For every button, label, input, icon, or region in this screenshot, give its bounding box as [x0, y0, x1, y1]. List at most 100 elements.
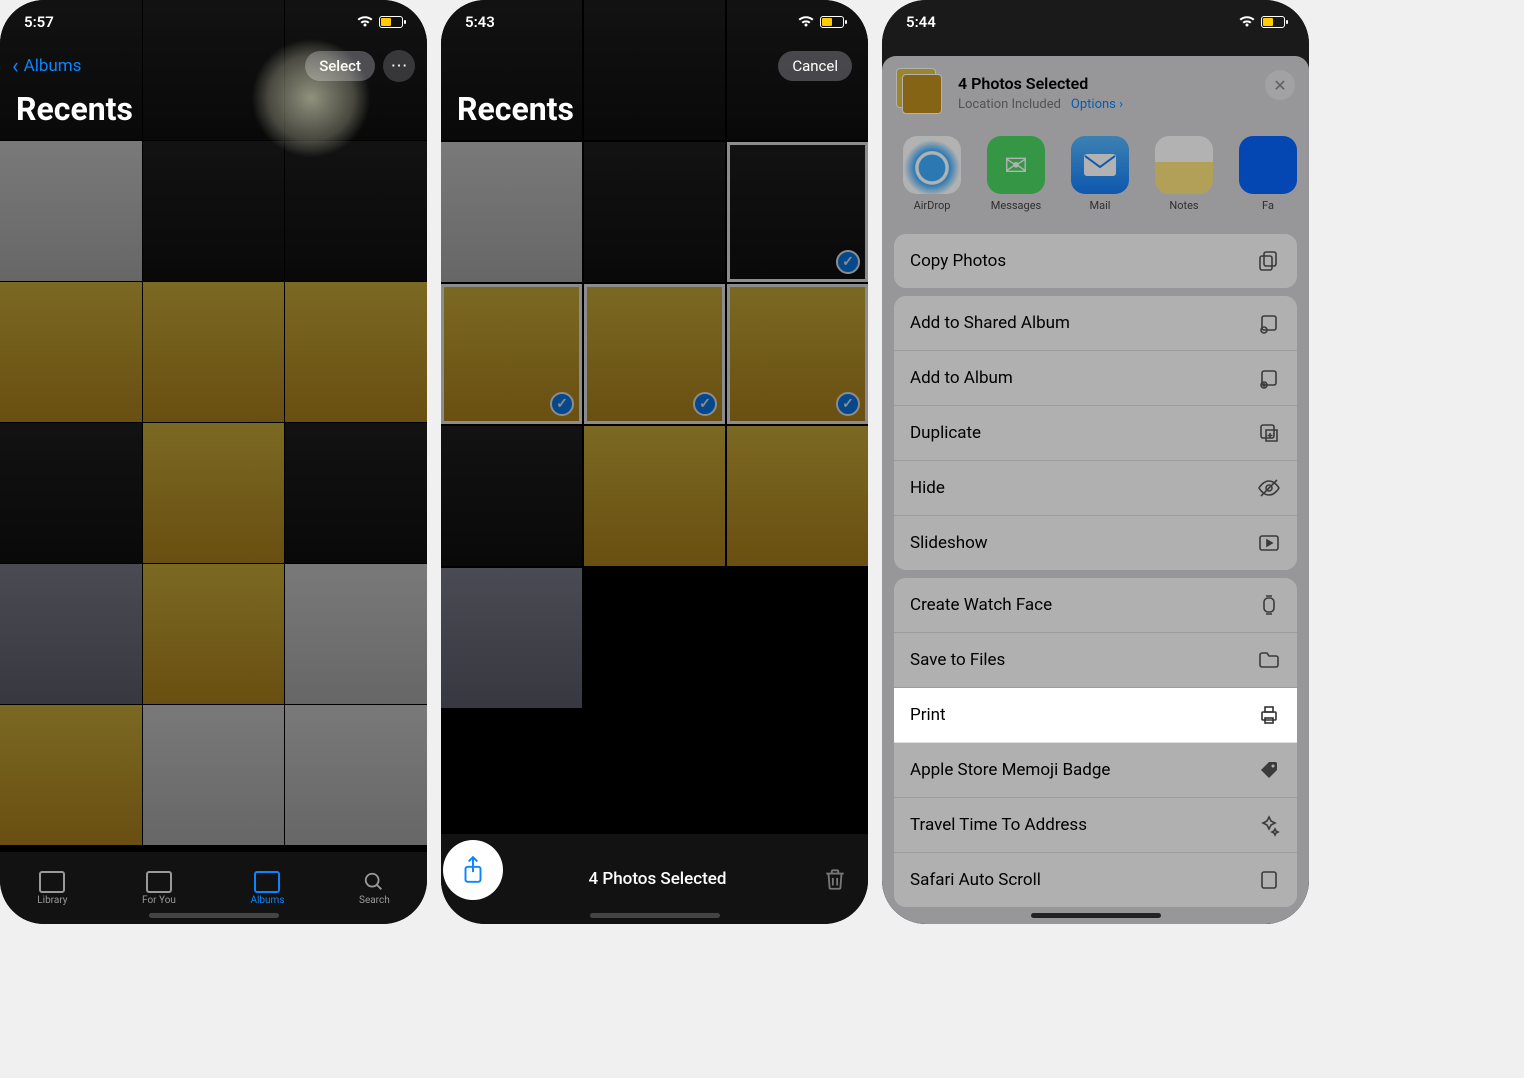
tab-label: Library	[37, 895, 67, 906]
action-hide[interactable]: Hide	[894, 461, 1297, 516]
photo-thumb[interactable]	[285, 705, 427, 845]
photo-thumb[interactable]	[143, 564, 285, 704]
watch-icon	[1257, 593, 1281, 617]
library-icon	[39, 871, 65, 893]
photo-thumb[interactable]	[584, 142, 725, 282]
photos-select-screen: 5:43 Cancel Recents ✓ ✓ ✓ ✓ 4 Photos Sel…	[441, 0, 868, 924]
ellipsis-icon: ⋯	[391, 56, 408, 76]
album-icon	[1257, 366, 1281, 390]
back-button[interactable]: ‹ Albums	[12, 54, 81, 79]
duplicate-icon	[1257, 421, 1281, 445]
action-label: Safari Auto Scroll	[910, 870, 1041, 890]
options-button[interactable]: Options ›	[1071, 97, 1123, 112]
action-travel-time[interactable]: Travel Time To Address	[894, 798, 1297, 853]
select-button[interactable]: Select	[305, 51, 375, 81]
photo-thumb[interactable]	[584, 426, 725, 566]
page-title: Recents	[16, 90, 133, 128]
sheet-subtitle: Location Included	[958, 97, 1061, 112]
tab-albums[interactable]: Albums	[250, 871, 284, 906]
photo-thumb[interactable]	[143, 423, 285, 563]
search-icon	[363, 871, 385, 893]
photo-thumb[interactable]	[285, 282, 427, 422]
photo-thumb[interactable]	[0, 282, 142, 422]
photo-thumb[interactable]	[441, 426, 582, 566]
cancel-button[interactable]: Cancel	[778, 51, 852, 81]
photo-thumb-selected[interactable]: ✓	[727, 284, 868, 424]
photo-thumb[interactable]	[143, 141, 285, 281]
action-label: Create Watch Face	[910, 595, 1052, 615]
action-add-album[interactable]: Add to Album	[894, 351, 1297, 406]
app-messages[interactable]: ✉︎Messages	[984, 136, 1048, 212]
status-time: 5:43	[465, 13, 495, 31]
home-indicator[interactable]	[1031, 913, 1161, 918]
photo-thumb[interactable]	[441, 142, 582, 282]
back-label: Albums	[24, 56, 82, 76]
photo-thumb[interactable]	[727, 568, 868, 708]
app-label: Mail	[1090, 199, 1111, 212]
share-app-row[interactable]: AirDrop ✉︎Messages Mail Notes Fa	[882, 130, 1309, 226]
check-icon: ✓	[693, 392, 717, 416]
hide-icon	[1257, 476, 1281, 500]
share-sheet: 4 Photos Selected Location Included Opti…	[882, 56, 1309, 924]
photo-thumb[interactable]	[0, 141, 142, 281]
action-add-shared-album[interactable]: Add to Shared Album	[894, 296, 1297, 351]
wifi-icon	[1238, 16, 1256, 28]
photo-thumb[interactable]	[143, 705, 285, 845]
action-safari-scroll[interactable]: Safari Auto Scroll	[894, 853, 1297, 907]
trash-icon[interactable]	[822, 865, 848, 893]
battery-icon	[379, 16, 403, 28]
app-notes[interactable]: Notes	[1152, 136, 1216, 212]
page-title: Recents	[457, 90, 574, 128]
photos-album-screen: 5:57 ‹ Albums Select ⋯ Recents	[0, 0, 427, 924]
action-label: Add to Album	[910, 368, 1013, 388]
wifi-icon	[356, 16, 374, 28]
photo-thumb[interactable]	[727, 426, 868, 566]
tab-label: Search	[359, 895, 390, 906]
action-label: Copy Photos	[910, 251, 1006, 271]
photo-thumb[interactable]	[584, 568, 725, 708]
share-button[interactable]	[443, 840, 503, 900]
tab-foryou[interactable]: For You	[142, 871, 176, 906]
app-facebook[interactable]: Fa	[1236, 136, 1300, 212]
print-icon	[1257, 703, 1281, 727]
photo-thumb-selected[interactable]: ✓	[441, 284, 582, 424]
photo-thumb[interactable]	[143, 282, 285, 422]
action-duplicate[interactable]: Duplicate	[894, 406, 1297, 461]
tab-library[interactable]: Library	[37, 871, 67, 906]
notes-icon	[1155, 136, 1213, 194]
action-label: Save to Files	[910, 650, 1005, 670]
photo-thumb[interactable]	[285, 564, 427, 704]
action-slideshow[interactable]: Slideshow	[894, 516, 1297, 570]
app-airdrop[interactable]: AirDrop	[900, 136, 964, 212]
action-copy-photos[interactable]: Copy Photos	[894, 234, 1297, 288]
photo-thumb-selected[interactable]: ✓	[727, 142, 868, 282]
home-indicator[interactable]	[149, 913, 279, 918]
facebook-icon	[1239, 136, 1297, 194]
photo-thumb[interactable]	[285, 423, 427, 563]
albums-icon	[254, 871, 280, 893]
photo-thumb[interactable]	[441, 568, 582, 708]
action-label: Apple Store Memoji Badge	[910, 760, 1110, 780]
photo-thumb-selected[interactable]: ✓	[584, 284, 725, 424]
more-button[interactable]: ⋯	[383, 50, 415, 82]
scroll-icon	[1257, 868, 1281, 892]
home-indicator[interactable]	[590, 913, 720, 918]
app-label: AirDrop	[914, 199, 951, 212]
tab-search[interactable]: Search	[359, 871, 390, 906]
status-time: 5:44	[906, 13, 936, 31]
tag-icon	[1257, 758, 1281, 782]
chevron-left-icon: ‹	[12, 54, 19, 79]
photo-thumb[interactable]	[0, 705, 142, 845]
action-watch-face[interactable]: Create Watch Face	[894, 578, 1297, 633]
photo-thumb[interactable]	[285, 141, 427, 281]
photo-thumb[interactable]	[0, 423, 142, 563]
check-icon: ✓	[836, 392, 860, 416]
action-memoji-badge[interactable]: Apple Store Memoji Badge	[894, 743, 1297, 798]
app-mail[interactable]: Mail	[1068, 136, 1132, 212]
check-icon: ✓	[550, 392, 574, 416]
action-save-files[interactable]: Save to Files	[894, 633, 1297, 688]
battery-icon	[820, 16, 844, 28]
close-button[interactable]: ✕	[1265, 70, 1295, 100]
action-print[interactable]: Print	[894, 688, 1297, 743]
photo-thumb[interactable]	[0, 564, 142, 704]
